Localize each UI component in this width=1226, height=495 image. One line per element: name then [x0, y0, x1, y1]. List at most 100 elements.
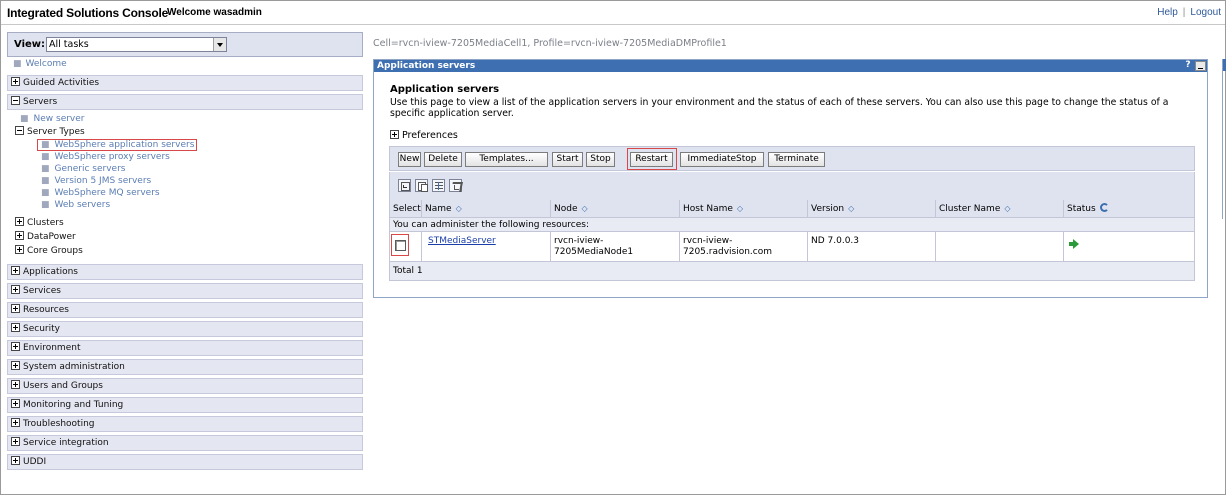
nav-category-label: Applications	[23, 267, 78, 277]
col-name[interactable]: Name ◇	[422, 200, 551, 218]
node-cell: rvcn-iview- 7205MediaNode1	[551, 232, 680, 262]
nav-monitoring-and-tuning[interactable]: Monitoring and Tuning	[7, 397, 363, 413]
preferences-toggle[interactable]: Preferences	[390, 130, 458, 141]
expand-icon[interactable]	[390, 130, 399, 139]
nav-jms-servers[interactable]: ■ Version 5 JMS servers	[7, 175, 363, 187]
row-checkbox[interactable]	[395, 240, 406, 251]
nav-servers[interactable]: Servers	[7, 94, 363, 110]
nav-services[interactable]: Services	[7, 283, 363, 299]
version-cell: ND 7.0.0.3	[808, 232, 936, 262]
new-button[interactable]: New	[398, 152, 421, 167]
delete-button[interactable]: Delete	[424, 152, 462, 167]
expand-icon[interactable]	[11, 418, 20, 427]
sort-icon[interactable]: ◇	[582, 200, 588, 218]
select-cell	[390, 232, 422, 262]
nav-clusters[interactable]: Clusters	[7, 216, 363, 230]
nav-troubleshooting[interactable]: Troubleshooting	[7, 416, 363, 432]
nav-websphere-proxy-servers[interactable]: ■ WebSphere proxy servers	[7, 151, 363, 163]
restart-button[interactable]: Restart	[630, 152, 673, 167]
nav-applications[interactable]: Applications	[7, 264, 363, 280]
expand-icon[interactable]	[11, 304, 20, 313]
nav-datapower[interactable]: DataPower	[7, 230, 363, 244]
help-icon[interactable]: ?	[1183, 60, 1193, 71]
sort-icon[interactable]: ◇	[848, 200, 854, 218]
col-status-label: Status	[1067, 204, 1096, 214]
expand-icon[interactable]	[11, 77, 20, 86]
sort-icon[interactable]: ◇	[456, 200, 462, 218]
nav-new-server[interactable]: ■ New server	[7, 113, 363, 125]
host-cell: rvcn-iview- 7205.radvision.com	[680, 232, 808, 262]
logout-link[interactable]: Logout	[1190, 7, 1221, 18]
nav-server-types[interactable]: Server Types	[7, 125, 363, 139]
select-all-icon[interactable]	[398, 179, 411, 192]
immediate-stop-button[interactable]: ImmediateStop	[680, 152, 764, 167]
col-version[interactable]: Version ◇	[808, 200, 936, 218]
breadcrumb: Cell=rvcn-iview-7205MediaCell1, Profile=…	[373, 38, 727, 49]
nav-users-and-groups[interactable]: Users and Groups	[7, 378, 363, 394]
expand-icon[interactable]	[11, 380, 20, 389]
minimize-icon[interactable]	[1195, 61, 1206, 71]
sort-icon[interactable]: ◇	[737, 200, 743, 218]
col-cluster[interactable]: Cluster Name ◇	[936, 200, 1064, 218]
expand-icon[interactable]	[11, 266, 20, 275]
nav-category-label: UDDI	[23, 457, 47, 467]
nav-mq-servers[interactable]: ■ WebSphere MQ servers	[7, 187, 363, 199]
col-node[interactable]: Node ◇	[551, 200, 680, 218]
nav-websphere-app-servers[interactable]: ■ WebSphere application servers	[7, 139, 363, 151]
button-bar: New Delete Templates... Start Stop Resta…	[389, 146, 1195, 171]
help-link[interactable]: Help	[1157, 7, 1178, 18]
application-servers-panel: Application servers ? Application server…	[373, 59, 1208, 298]
expand-icon[interactable]	[11, 399, 20, 408]
collapse-icon[interactable]	[15, 126, 24, 135]
nav-guided-activities[interactable]: Guided Activities	[7, 75, 363, 91]
adjacent-panel-edge	[1222, 59, 1226, 219]
expand-icon[interactable]	[11, 342, 20, 351]
host-line1: rvcn-iview-	[683, 236, 733, 246]
templates-button[interactable]: Templates...	[465, 152, 548, 167]
expand-icon[interactable]	[15, 217, 24, 226]
collapse-icon[interactable]	[11, 96, 20, 105]
bullet-icon: ■	[13, 59, 22, 69]
expand-icon[interactable]	[11, 437, 20, 446]
server-name-link[interactable]: STMediaServer	[428, 236, 496, 246]
nav-welcome[interactable]: ■ Welcome	[7, 57, 363, 72]
filter-icon[interactable]	[432, 179, 445, 192]
deselect-all-icon[interactable]	[415, 179, 428, 192]
clear-filter-icon[interactable]	[449, 179, 462, 192]
nav-welcome-label: Welcome	[25, 59, 67, 69]
nav-web-servers[interactable]: ■ Web servers	[7, 199, 363, 211]
expand-icon[interactable]	[11, 285, 20, 294]
expand-icon[interactable]	[11, 323, 20, 332]
nav-environment[interactable]: Environment	[7, 340, 363, 356]
nav-system-administration[interactable]: System administration	[7, 359, 363, 375]
nav-category-label: Troubleshooting	[23, 419, 95, 429]
nav-generic-servers-label: Generic servers	[54, 164, 126, 174]
nav-websphere-app-servers-label: WebSphere application servers	[54, 140, 195, 150]
status-cell	[1064, 232, 1194, 262]
chevron-down-icon[interactable]	[213, 38, 226, 51]
expand-icon[interactable]	[15, 231, 24, 240]
stop-button[interactable]: Stop	[586, 152, 615, 167]
col-host[interactable]: Host Name ◇	[680, 200, 808, 218]
nav-resources[interactable]: Resources	[7, 302, 363, 318]
col-status[interactable]: Status	[1064, 200, 1194, 218]
nav-security[interactable]: Security	[7, 321, 363, 337]
sort-icon[interactable]: ◇	[1004, 200, 1010, 218]
top-banner: Integrated Solutions Console Welcome was…	[1, 1, 1225, 25]
nav-core-groups[interactable]: Core Groups	[7, 244, 363, 258]
terminate-button[interactable]: Terminate	[768, 152, 825, 167]
nav-category-label: Security	[23, 324, 60, 334]
col-host-label: Host Name	[683, 204, 733, 214]
expand-icon[interactable]	[11, 361, 20, 370]
nav-datapower-label: DataPower	[27, 232, 76, 242]
expand-icon[interactable]	[11, 456, 20, 465]
nav-service-integration[interactable]: Service integration	[7, 435, 363, 451]
expand-icon[interactable]	[15, 245, 24, 254]
start-button[interactable]: Start	[552, 152, 583, 167]
highlight-box: ■ WebSphere application servers	[37, 139, 198, 151]
nav-uddi[interactable]: UDDI	[7, 454, 363, 470]
refresh-status-icon[interactable]	[1099, 203, 1109, 212]
nav-generic-servers[interactable]: ■ Generic servers	[7, 163, 363, 175]
col-select: Select	[390, 200, 422, 218]
view-select[interactable]: All tasks	[46, 37, 227, 52]
